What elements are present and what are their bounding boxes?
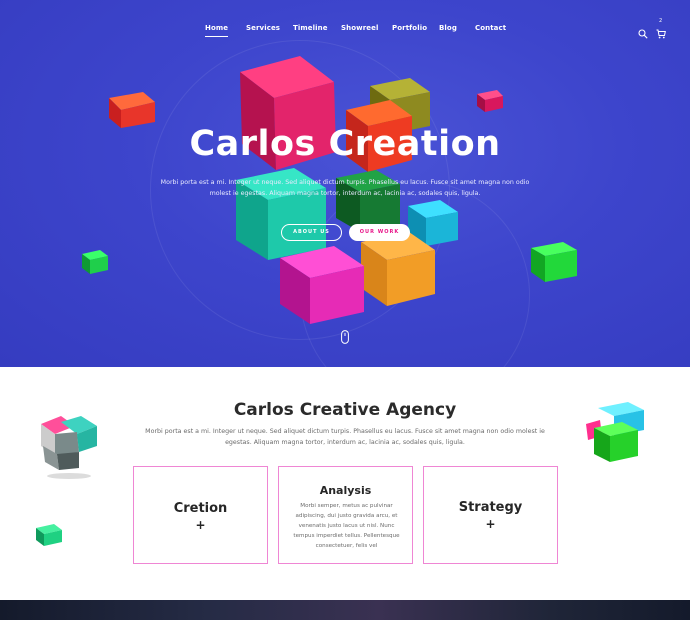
card-title: Strategy <box>458 500 523 515</box>
nav-timeline[interactable]: Timeline <box>293 24 328 32</box>
section-description: Morbi porta est a mi. Integer ut neque. … <box>145 428 545 446</box>
card-title: Cretion <box>173 501 228 516</box>
pink-cube-image <box>477 90 503 112</box>
search-icon[interactable] <box>638 24 648 43</box>
main-navigation: Home Services Timeline Showreel Portfoli… <box>0 18 690 39</box>
hero-title: Carlos Creation <box>189 124 501 164</box>
next-section-background <box>0 600 690 620</box>
pink-magenta-cube-image <box>280 246 364 324</box>
nav-contact[interactable]: Contact <box>475 24 506 32</box>
service-card-creation[interactable]: Cretion + <box>133 466 268 564</box>
cart-icon[interactable]: 2 <box>656 18 666 43</box>
bright-green-cube-image <box>531 242 577 282</box>
small-teal-cube-image <box>36 524 62 546</box>
multicolor-cube-image <box>41 416 97 479</box>
cart-count-badge: 2 <box>659 18 663 24</box>
nav-blog[interactable]: Blog <box>439 24 457 32</box>
service-card-strategy[interactable]: Strategy + <box>423 466 558 564</box>
nav-services[interactable]: Services <box>246 24 280 32</box>
card-title: Analysis <box>319 484 372 497</box>
nav-portfolio[interactable]: Portfolio <box>392 24 427 32</box>
expand-plus-icon[interactable]: + <box>134 518 267 532</box>
small-green-cube-image <box>82 250 108 274</box>
nav-home[interactable]: Home <box>205 24 229 37</box>
about-us-button[interactable]: ABOUT US <box>281 224 342 241</box>
our-work-button[interactable]: OUR WORK <box>349 224 410 241</box>
nav-showreel[interactable]: Showreel <box>341 24 378 32</box>
hero-description: Morbi porta est a mi. Integer ut neque. … <box>160 179 530 197</box>
service-card-analysis[interactable]: Analysis Morbi semper, metus ac pulvinar… <box>278 466 413 564</box>
scroll-mouse-icon[interactable] <box>341 329 349 348</box>
card-description: Morbi semper, metus ac pulvinar adipisci… <box>293 503 400 549</box>
section-title: Carlos Creative Agency <box>233 400 457 420</box>
expand-plus-icon[interactable]: + <box>424 517 557 531</box>
hero-section: Home Services Timeline Showreel Portfoli… <box>0 0 690 367</box>
